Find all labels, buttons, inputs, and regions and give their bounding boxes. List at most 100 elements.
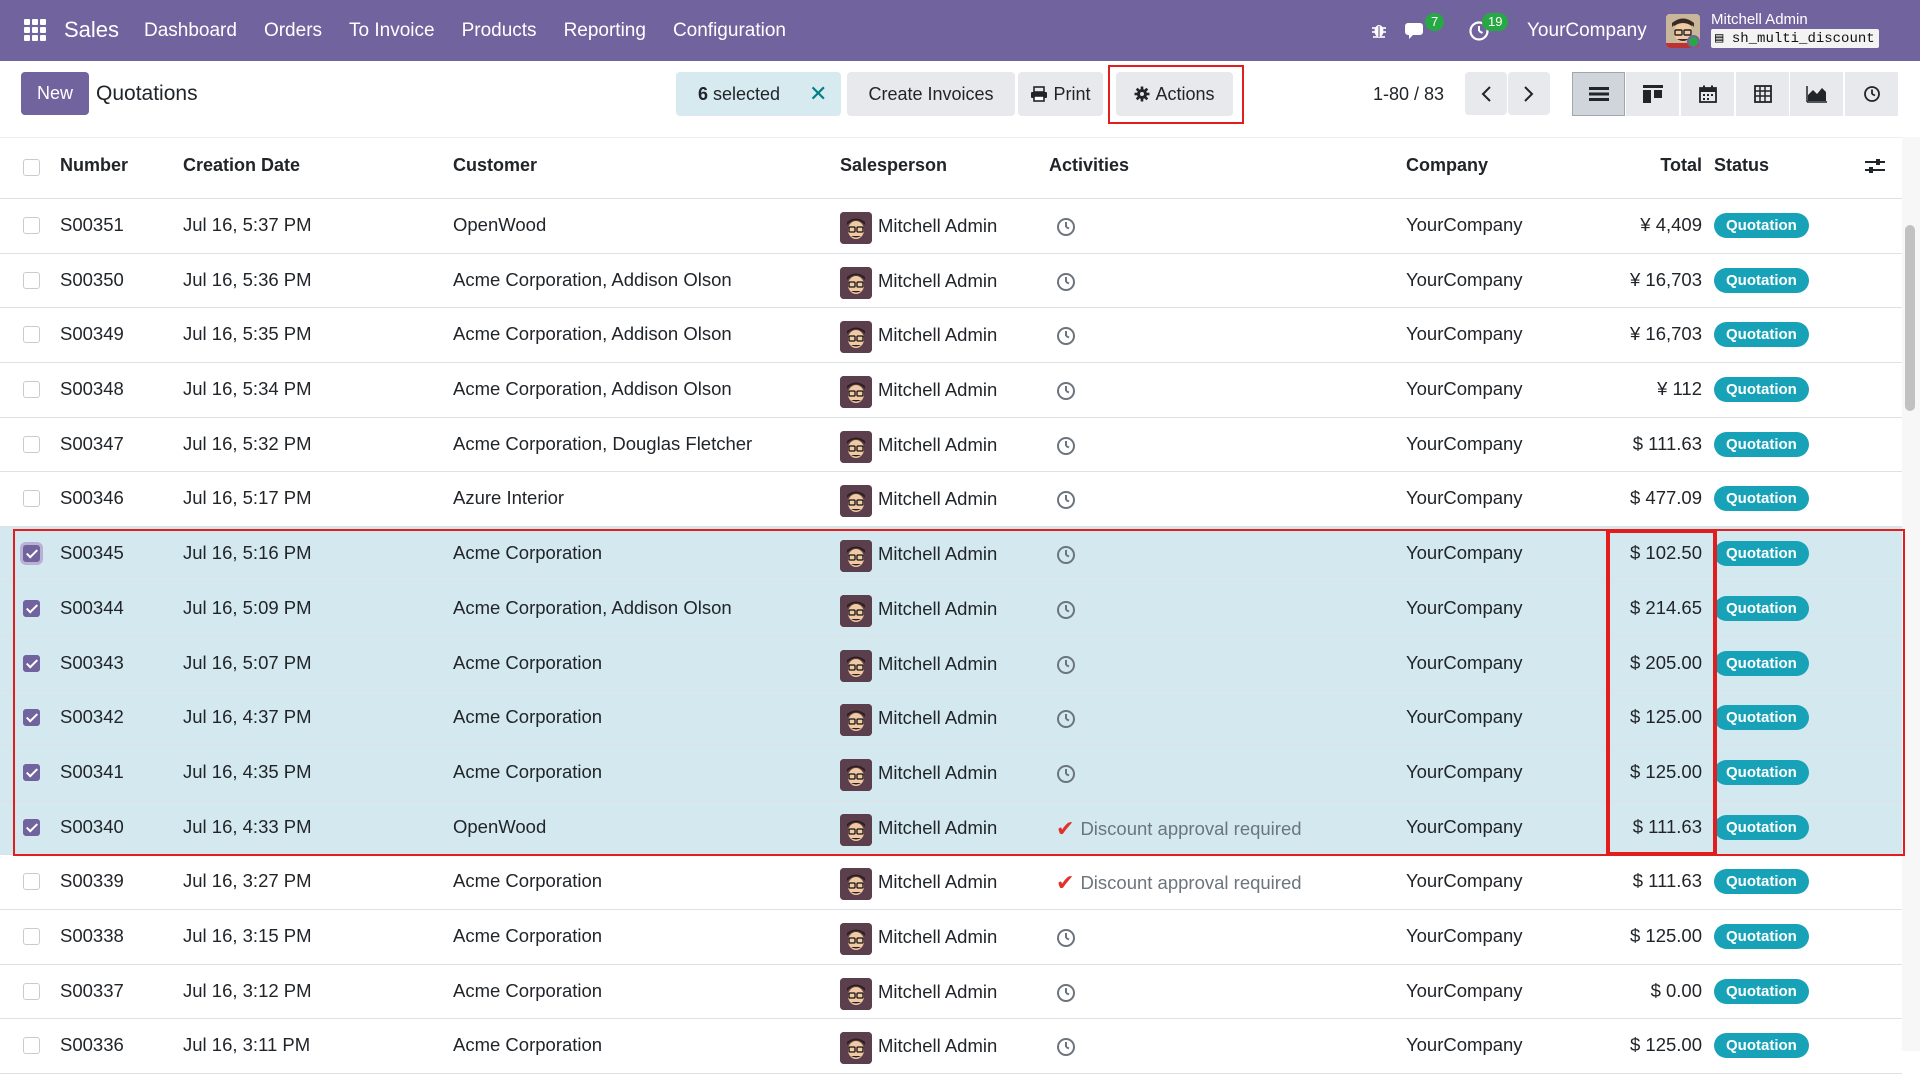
unselect-all-icon[interactable]: ✕: [809, 81, 827, 107]
creation-date: Jul 16, 5:34 PM: [183, 378, 312, 400]
row-checkbox[interactable]: [23, 217, 40, 234]
status-badge: Quotation: [1714, 213, 1809, 238]
salesperson-avatar[interactable]: [840, 430, 872, 463]
customer-name: Acme Corporation: [453, 870, 603, 892]
company-switcher[interactable]: YourCompany: [1527, 20, 1647, 42]
select-all-checkbox[interactable]: [23, 159, 40, 176]
activity-view-button[interactable]: [1845, 72, 1898, 116]
activity-clock-icon[interactable]: [1056, 436, 1076, 456]
header-total[interactable]: Total: [1660, 155, 1702, 176]
table-row[interactable]: S00351 Jul 16, 5:37 PM OpenWood Mitchell Ad…: [0, 199, 1902, 254]
salesperson-avatar[interactable]: [840, 212, 872, 244]
menu-dashboard[interactable]: Dashboard: [144, 20, 237, 42]
salesperson-name: Mitchell Admin: [878, 215, 998, 236]
table-row[interactable]: S00348 Jul 16, 5:34 PM Acme Corporation, A…: [0, 363, 1902, 418]
salesperson-avatar[interactable]: [840, 321, 872, 354]
order-number: S00347: [60, 432, 124, 454]
row-checkbox[interactable]: [23, 873, 40, 891]
header-salesperson[interactable]: Salesperson: [840, 155, 947, 176]
header-activities[interactable]: Activities: [1049, 155, 1129, 176]
row-checkbox[interactable]: [23, 381, 40, 399]
menu-to-invoice[interactable]: To Invoice: [349, 20, 435, 42]
actions-highlight-frame: [1108, 65, 1244, 124]
activity-clock-icon[interactable]: [1056, 381, 1076, 401]
header-customer[interactable]: Customer: [453, 155, 537, 176]
header-status[interactable]: Status: [1714, 155, 1769, 176]
activity-clock-icon[interactable]: [1056, 983, 1076, 1003]
salesperson-avatar[interactable]: [840, 1032, 872, 1065]
kanban-view-button[interactable]: [1626, 72, 1679, 116]
print-button[interactable]: Print: [1018, 72, 1103, 116]
calendar-view-button[interactable]: [1681, 72, 1734, 116]
graph-view-button[interactable]: [1790, 72, 1843, 116]
order-total: $ 0.00: [1650, 979, 1702, 1001]
salesperson-avatar[interactable]: [840, 868, 872, 901]
table-row[interactable]: S00337 Jul 16, 3:12 PM Acme Corporation Mit…: [0, 965, 1902, 1020]
salesperson-avatar[interactable]: [840, 922, 872, 955]
creation-date: Jul 16, 5:37 PM: [183, 214, 312, 235]
menu-products[interactable]: Products: [462, 20, 537, 42]
selection-indicator: 6 selected ✕: [676, 72, 841, 116]
salesperson-name: Mitchell Admin: [878, 379, 998, 401]
row-checkbox[interactable]: [23, 982, 40, 1000]
salesperson-name: Mitchell Admin: [878, 980, 998, 1002]
row-checkbox[interactable]: [23, 490, 40, 508]
header-creation-date[interactable]: Creation Date: [183, 155, 300, 176]
company-name: YourCompany: [1406, 214, 1523, 235]
row-checkbox[interactable]: [23, 326, 40, 344]
order-number: S00351: [60, 214, 124, 235]
table-row[interactable]: S00346 Jul 16, 5:17 PM Azure Interior Mitch…: [0, 472, 1902, 528]
status-badge: Quotation: [1714, 978, 1809, 1004]
activity-clock-icon[interactable]: [1056, 490, 1076, 510]
menu-orders[interactable]: Orders: [264, 20, 322, 42]
table-row[interactable]: S00349 Jul 16, 5:35 PM Acme Corporation, A…: [0, 308, 1902, 364]
row-checkbox[interactable]: [23, 435, 40, 453]
apps-menu-icon[interactable]: [24, 19, 46, 41]
pager-previous-button[interactable]: [1465, 72, 1507, 115]
row-checkbox[interactable]: [23, 927, 40, 945]
activity-label: Discount approval required: [1080, 872, 1302, 894]
row-checkbox[interactable]: [23, 271, 40, 289]
pivot-view-button[interactable]: [1736, 72, 1789, 116]
activity-summary[interactable]: ✔ Discount approval required: [1056, 870, 1302, 896]
table-row[interactable]: S00338 Jul 16, 3:15 PM Acme Corporation Mit…: [0, 910, 1902, 965]
creation-date: Jul 16, 3:27 PM: [183, 870, 312, 892]
list-view-button[interactable]: [1572, 72, 1625, 116]
table-row[interactable]: S00347 Jul 16, 5:32 PM Acme Corporation, D…: [0, 418, 1902, 473]
pager-value[interactable]: 1-80 / 83: [1373, 84, 1444, 105]
kanban-view-icon: [1642, 85, 1663, 103]
activity-clock-icon[interactable]: [1056, 272, 1076, 292]
order-total: $ 125.00: [1629, 1034, 1702, 1056]
status-badge: Quotation: [1714, 267, 1809, 293]
scrollbar-thumb[interactable]: [1905, 225, 1915, 411]
table-row[interactable]: S00350 Jul 16, 5:36 PM Acme Corporation, A…: [0, 254, 1902, 309]
table-header: Number Creation Date Customer Salesperso…: [0, 137, 1902, 199]
create-invoices-button[interactable]: Create Invoices: [847, 72, 1015, 116]
salesperson-avatar[interactable]: [840, 977, 872, 1010]
bug-icon[interactable]: [1370, 21, 1388, 39]
salesperson-avatar[interactable]: [840, 266, 872, 299]
menu-configuration[interactable]: Configuration: [673, 20, 786, 42]
order-total: ¥ 16,703: [1629, 323, 1702, 345]
salesperson-avatar[interactable]: [840, 485, 872, 518]
top-navbar: Sales Dashboard Orders To Invoice Produc…: [0, 0, 1920, 61]
table-row[interactable]: S00339 Jul 16, 3:27 PM Acme Corporation Mit…: [0, 855, 1902, 910]
activity-clock-icon[interactable]: [1056, 217, 1076, 237]
salesperson-name: Mitchell Admin: [878, 269, 998, 291]
user-name[interactable]: Mitchell Admin: [1711, 11, 1808, 28]
salesperson-avatar[interactable]: [840, 376, 872, 409]
header-number[interactable]: Number: [60, 155, 128, 176]
app-brand[interactable]: Sales: [64, 17, 119, 43]
new-button[interactable]: New: [21, 72, 89, 115]
activity-clock-icon[interactable]: [1056, 326, 1076, 346]
table-row[interactable]: S00336 Jul 16, 3:11 PM Acme Corporation Mit…: [0, 1019, 1902, 1074]
activity-clock-icon[interactable]: [1056, 1037, 1076, 1057]
row-checkbox[interactable]: [23, 1037, 40, 1055]
company-name: YourCompany: [1406, 979, 1523, 1001]
activity-clock-icon[interactable]: [1056, 928, 1076, 948]
menu-reporting[interactable]: Reporting: [564, 20, 646, 42]
status-badge: Quotation: [1714, 1033, 1809, 1059]
header-company[interactable]: Company: [1406, 155, 1488, 176]
pager-next-button[interactable]: [1508, 72, 1550, 115]
optional-columns-icon[interactable]: [1865, 157, 1885, 175]
